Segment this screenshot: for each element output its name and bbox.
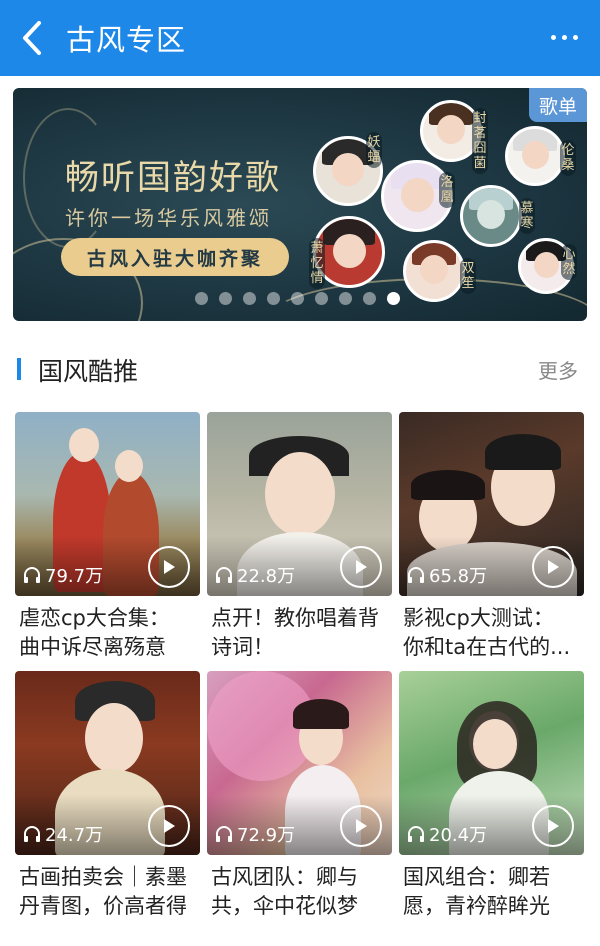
more-link[interactable]: 更多 (538, 355, 578, 384)
playlist-card[interactable]: 79.7万 虐恋cp大合集： 曲中诉尽离殇意 (15, 412, 200, 662)
carousel-dot[interactable] (267, 292, 280, 305)
carousel-dot[interactable] (315, 292, 328, 305)
more-horizontal-icon (550, 34, 556, 40)
playlist-cover[interactable]: 79.7万 (15, 412, 200, 596)
play-count: 72.9万 (215, 821, 295, 847)
playlist-tag: 歌单 (529, 88, 587, 122)
playlist-card[interactable]: 24.7万 古画拍卖会｜素墨 丹青图，价高者得 (15, 671, 200, 921)
headphones-icon (408, 567, 424, 583)
playlist-cover[interactable]: 72.9万 (207, 671, 392, 855)
section-title: 国风酷推 (38, 357, 139, 386)
playlist-title: 虐恋cp大合集： 曲中诉尽离殇意 (19, 606, 170, 659)
carousel-dot[interactable] (339, 292, 352, 305)
artist-label: 伦桑 (560, 140, 576, 176)
artist-label: 心然 (561, 244, 577, 280)
more-button[interactable] (544, 22, 584, 52)
headphones-icon (24, 826, 40, 842)
headphones-icon (216, 567, 232, 583)
playlist-title: 古风团队：卿与 共，伞中花似梦 (211, 865, 358, 918)
play-icon (548, 560, 559, 574)
playlist-title: 影视cp大测试： 你和ta在古代的... (403, 606, 571, 659)
back-button[interactable] (0, 0, 64, 76)
playlist-title: 古画拍卖会｜素墨 丹青图，价高者得 (19, 865, 187, 918)
page-title: 古风专区 (66, 23, 187, 57)
play-count-value: 20.4万 (429, 825, 488, 846)
top-bar: 古风专区 (0, 0, 600, 76)
play-button[interactable] (340, 546, 382, 588)
carousel-dot[interactable] (195, 292, 208, 305)
play-icon (164, 560, 175, 574)
play-button[interactable] (532, 805, 574, 847)
playlist-cover[interactable]: 65.8万 (399, 412, 584, 596)
artist-label: 洛凰 (439, 172, 455, 208)
artist-label: 封茗囧菌 (472, 108, 488, 174)
playlist-title: 国风组合：卿若 愿，青衿醉眸光 (403, 865, 550, 918)
artist-label: 慕寒 (519, 198, 535, 234)
play-count-value: 79.7万 (45, 566, 104, 587)
artist-label: 双笙 (460, 258, 476, 294)
artist-avatar (403, 240, 465, 302)
carousel-dot[interactable] (291, 292, 304, 305)
play-count: 79.7万 (23, 562, 103, 588)
play-button[interactable] (148, 805, 190, 847)
promo-banner[interactable]: 畅听国韵好歌 许你一场华乐风雅颂 古风入驻大咖齐聚 歌单 妖蝠 封茗囧菌 伦桑 … (13, 88, 587, 321)
play-count: 24.7万 (23, 821, 103, 847)
play-icon (164, 819, 175, 833)
play-count-value: 72.9万 (237, 825, 296, 846)
playlist-cover[interactable]: 22.8万 (207, 412, 392, 596)
playlist-cover[interactable]: 24.7万 (15, 671, 200, 855)
playlist-cover[interactable]: 20.4万 (399, 671, 584, 855)
chevron-left-icon (23, 21, 41, 55)
play-icon (356, 819, 367, 833)
carousel-dot-active[interactable] (387, 292, 400, 305)
headphones-icon (24, 567, 40, 583)
banner-pill: 古风入驻大咖齐聚 (61, 238, 289, 276)
carousel-dot[interactable] (243, 292, 256, 305)
headphones-icon (216, 826, 232, 842)
artist-label: 萧忆情 (309, 238, 325, 289)
play-count: 20.4万 (407, 821, 487, 847)
playlist-title: 点开！教你唱着背 诗词！ (211, 606, 379, 659)
artist-avatar (460, 185, 522, 247)
headphones-icon (408, 826, 424, 842)
play-count: 65.8万 (407, 562, 487, 588)
play-icon (548, 819, 559, 833)
play-count-value: 24.7万 (45, 825, 104, 846)
banner-subtitle: 许你一场华乐风雅颂 (65, 206, 272, 230)
carousel-indicator (195, 292, 400, 305)
section-accent-bar (17, 358, 21, 380)
play-count-value: 22.8万 (237, 566, 296, 587)
playlist-card[interactable]: 20.4万 国风组合：卿若 愿，青衿醉眸光 (399, 671, 584, 921)
play-button[interactable] (340, 805, 382, 847)
carousel-dot[interactable] (363, 292, 376, 305)
play-button[interactable] (148, 546, 190, 588)
carousel-dot[interactable] (219, 292, 232, 305)
banner-title: 畅听国韵好歌 (65, 158, 281, 198)
play-count: 22.8万 (215, 562, 295, 588)
playlist-card[interactable]: 72.9万 古风团队：卿与 共，伞中花似梦 (207, 671, 392, 921)
play-icon (356, 560, 367, 574)
play-count-value: 65.8万 (429, 566, 488, 587)
artist-avatar (505, 126, 565, 186)
artist-label: 妖蝠 (366, 132, 382, 168)
playlist-card[interactable]: 22.8万 点开！教你唱着背 诗词！ (207, 412, 392, 662)
play-button[interactable] (532, 546, 574, 588)
playlist-card[interactable]: 65.8万 影视cp大测试： 你和ta在古代的... (399, 412, 584, 662)
